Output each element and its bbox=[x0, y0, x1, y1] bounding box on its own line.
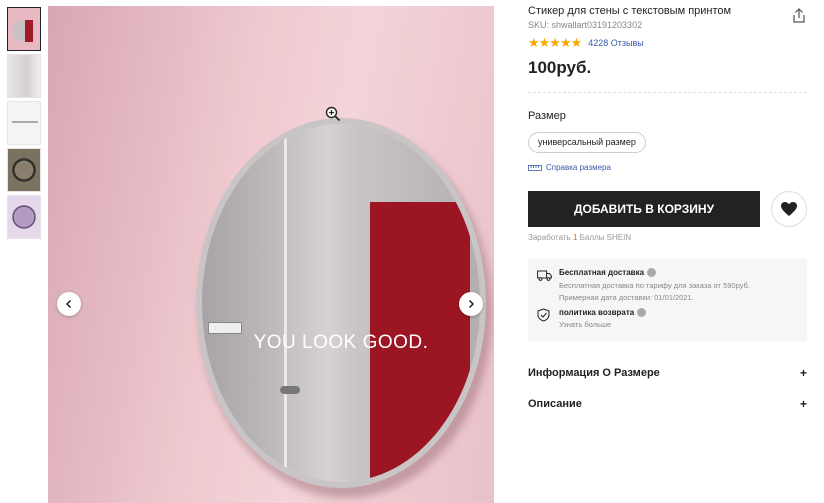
plus-icon: + bbox=[799, 366, 807, 380]
return-policy-row: политика возврата Узнать больше bbox=[537, 308, 647, 331]
size-info-accordion[interactable]: Информация О Размере + bbox=[528, 365, 807, 381]
divider bbox=[528, 92, 807, 93]
truck-icon bbox=[537, 268, 553, 304]
help-icon[interactable] bbox=[637, 308, 647, 317]
help-icon[interactable] bbox=[647, 268, 657, 277]
product-rating: ★★★★★ 4228 Отзывы bbox=[528, 35, 644, 50]
ruler-icon bbox=[528, 164, 542, 171]
earn-points-text: Заработать 1 Баллы SHEIN bbox=[528, 233, 632, 242]
heart-icon bbox=[781, 202, 797, 216]
reflected-handle bbox=[280, 386, 300, 394]
size-label: Размер bbox=[528, 110, 566, 122]
free-shipping-title: Бесплатная доставка bbox=[559, 268, 645, 277]
free-shipping-line-2: Примерная дата доставки: 01/01/2021. bbox=[559, 293, 694, 302]
reviews-link[interactable]: 4228 Отзывы bbox=[588, 38, 644, 48]
size-option-universal[interactable]: универсальный размер bbox=[528, 132, 646, 153]
size-guide-link[interactable]: Справка размера bbox=[528, 163, 611, 172]
rating-stars: ★★★★★ bbox=[528, 35, 582, 50]
zoom-in-icon[interactable] bbox=[325, 106, 341, 127]
previous-image-button[interactable] bbox=[57, 292, 81, 316]
chevron-right-icon bbox=[468, 299, 475, 309]
size-guide-label: Справка размера bbox=[546, 163, 611, 172]
product-price: 100руб. bbox=[528, 58, 592, 77]
free-shipping-row: Бесплатная доставка Бесплатная доставка … bbox=[537, 268, 750, 304]
thumbnail-3[interactable] bbox=[7, 101, 41, 145]
thumbnail-2[interactable] bbox=[7, 54, 41, 98]
description-label: Описание bbox=[528, 398, 582, 410]
product-sku: SKU: shwallart03191203302 bbox=[528, 20, 643, 30]
shield-icon bbox=[537, 308, 553, 331]
thumbnail-4[interactable] bbox=[7, 148, 41, 192]
mirror-sticker-text: YOU LOOK GOOD. bbox=[253, 332, 429, 353]
thumbnail-1[interactable] bbox=[7, 7, 41, 51]
thumbnail-strip bbox=[7, 7, 41, 242]
product-title: Стикер для стены с текстовым принтом bbox=[528, 5, 732, 17]
next-image-button[interactable] bbox=[459, 292, 483, 316]
earn-points-number: 1 bbox=[572, 233, 578, 242]
thumbnail-5[interactable] bbox=[7, 195, 41, 239]
chevron-left-icon bbox=[65, 299, 72, 309]
learn-more-link[interactable]: Узнать больше bbox=[559, 319, 646, 331]
round-mirror: YOU LOOK GOOD. bbox=[196, 118, 486, 488]
description-accordion[interactable]: Описание + bbox=[528, 396, 807, 412]
plus-icon: + bbox=[799, 397, 807, 411]
return-policy-title: политика возврата bbox=[559, 308, 635, 317]
share-icon[interactable] bbox=[792, 8, 806, 28]
free-shipping-line-1: Бесплатная доставка по тарифу для заказа… bbox=[559, 281, 750, 290]
shipping-box: Бесплатная доставка Бесплатная доставка … bbox=[528, 259, 807, 341]
size-info-label: Информация О Размере bbox=[528, 367, 660, 379]
main-product-image[interactable]: YOU LOOK GOOD. bbox=[48, 6, 494, 503]
add-to-cart-button[interactable]: ДОБАВИТЬ В КОРЗИНУ bbox=[528, 191, 760, 227]
wishlist-button[interactable] bbox=[771, 191, 807, 227]
